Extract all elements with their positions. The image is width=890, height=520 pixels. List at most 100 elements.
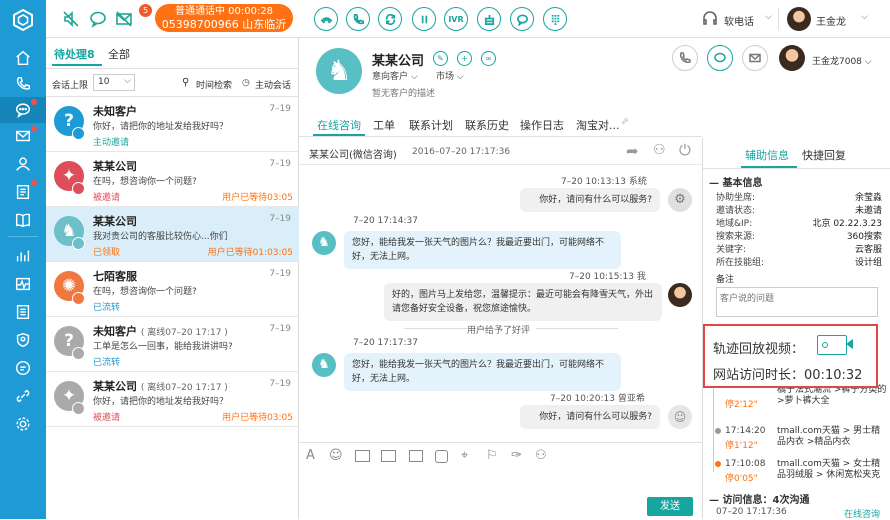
customer-avatar[interactable]: ♞ (316, 48, 362, 94)
hold-button[interactable] (346, 7, 370, 31)
mail-icon[interactable] (13, 126, 33, 146)
shield-icon[interactable] (13, 330, 33, 350)
tab-contact-history[interactable]: 联系历史 (465, 117, 509, 133)
call-status-box[interactable]: 普通通话中 00:00:28 05398700966 山东临沂 (155, 4, 293, 32)
active-consult-link[interactable]: 主动会话 (255, 78, 291, 91)
left-rail (0, 0, 46, 519)
avatar[interactable] (787, 7, 811, 31)
channel-icon (72, 292, 85, 305)
chevron-down-icon[interactable]: ⌵ (765, 12, 772, 22)
limit-select[interactable]: 10 ⌵ (93, 74, 135, 91)
duration-label: 网站访问时长：00:10:32 (713, 368, 863, 383)
image-icon[interactable] (355, 450, 370, 462)
book-icon[interactable] (13, 210, 33, 230)
customer-avatar-icon: ♞ (312, 353, 336, 377)
list-item-selected[interactable]: ♞ 某某公司 7–19 我对贵公司的客服比较伤心...你们 已领取 用户已等待0… (46, 207, 299, 262)
tab-contact-plan[interactable]: 联系计划 (409, 117, 453, 133)
link-icon[interactable]: ∞ (481, 51, 496, 66)
bar-chart-icon[interactable] (13, 246, 33, 266)
transfer-button[interactable] (378, 7, 402, 31)
divider (536, 328, 618, 329)
link-icon[interactable] (13, 386, 33, 406)
chat-button[interactable] (707, 45, 733, 71)
mail-off-icon[interactable] (112, 7, 136, 31)
edit-icon[interactable]: ✎ (433, 51, 448, 66)
headset-icon[interactable] (698, 7, 722, 31)
conversation-list-panel: 待处理8 全部 会话上限 10 ⌵ ⚲ 时间检索 ◷ 主动会话 ? 未知客户 7… (46, 38, 299, 519)
visit-status[interactable]: 在线咨询 (844, 507, 880, 520)
gear-icon[interactable] (13, 414, 33, 434)
report-icon[interactable] (13, 302, 33, 322)
list-item[interactable]: ? 未知客户 ( 离线07–20 17:17 ) 7–19 工单是怎么一回事，能… (46, 317, 299, 372)
track-replay-popup: 轨迹回放视频： 网站访问时长：00:10:32 (703, 324, 878, 388)
assigned-agent-avatar[interactable] (779, 45, 805, 71)
chat-bubble-icon[interactable] (86, 7, 110, 31)
transfer-user-icon[interactable]: ⚇ (535, 448, 547, 463)
tab-all[interactable]: 全部 (108, 46, 130, 62)
ticket-icon[interactable] (13, 182, 33, 202)
folder-icon[interactable] (409, 450, 423, 462)
tag-icon[interactable]: ✑ (511, 448, 522, 463)
location-icon[interactable]: ⌖ (461, 448, 468, 463)
clock-icon[interactable]: ◷ (242, 78, 250, 88)
conversation-header-name: 某某公司(微信咨询) (309, 150, 397, 161)
consult-button[interactable] (510, 7, 534, 31)
satisfaction-button[interactable] (477, 7, 501, 31)
hangup-button[interactable] (314, 7, 338, 31)
customer-dept[interactable]: 市场 ⌵ (436, 69, 464, 82)
tab-assist-info[interactable]: 辅助信息 (745, 147, 789, 163)
send-button[interactable]: 发送 (647, 497, 693, 516)
share-icon[interactable]: ➦ (626, 142, 639, 160)
tab-operation-log[interactable]: 操作日志 (520, 117, 564, 133)
file-icon[interactable] (435, 450, 448, 463)
pause-button[interactable] (412, 7, 436, 31)
contacts-icon[interactable] (13, 154, 33, 174)
call-button[interactable] (672, 45, 698, 71)
expand-icon[interactable]: ⬀ (621, 117, 629, 127)
item-name: 某某公司 (93, 215, 137, 228)
search-icon[interactable]: ⚲ (182, 77, 189, 88)
item-wait: 用户已等待03:05 (222, 193, 293, 203)
mute-icon[interactable] (59, 7, 83, 31)
track-text[interactable]: tmall.com天猫 > 女士精品羽绒服 > 休闲宽松夹克 (777, 459, 887, 481)
track-text[interactable]: tmall.com天猫 > 男士精品内衣 >精品内衣 (777, 426, 887, 448)
power-icon[interactable]: ⏻ (679, 141, 691, 159)
tab-quick-reply[interactable]: 快捷回复 (802, 147, 846, 163)
time-search-link[interactable]: 时间检索 (196, 78, 232, 91)
field-row: 搜索来源: 360搜索 (716, 232, 882, 242)
field-row: 关键字: 云客服 (716, 245, 882, 255)
track-text[interactable]: 橘子法式潮流 >裤子分类的>萝卜裤大全 (777, 385, 887, 407)
tab-online-consult[interactable]: 在线咨询 (317, 117, 361, 133)
customer-intent[interactable]: 意向客户 ⌵ (372, 69, 418, 82)
font-icon[interactable]: A (306, 448, 315, 463)
list-item[interactable]: ✦ 某某公司 ( 离线07–20 17:17 ) 7–19 你好，请把你的地址发… (46, 372, 299, 427)
tab-pending[interactable]: 待处理8 (54, 46, 95, 62)
emoji-icon[interactable]: ☺ (329, 448, 343, 463)
chat-icon[interactable] (13, 100, 33, 120)
ivr-button[interactable]: IVR (444, 7, 468, 31)
list-item[interactable]: ? 未知客户 7–19 你好，请把你的地址发给我好吗？ 主动邀请 (46, 97, 299, 152)
phone-mode-label[interactable]: 软电话 (724, 13, 754, 28)
evaluate-icon[interactable]: ⚐ (486, 448, 498, 463)
assigned-agent-name[interactable]: 王金龙7008 ⌵ (812, 54, 872, 67)
tab-ticket[interactable]: 工单 (373, 117, 395, 133)
note-input[interactable] (716, 287, 878, 317)
tab-taobao[interactable]: 淘宝对... (576, 117, 620, 133)
message-meta: 7–20 17:17:37 (353, 338, 418, 348)
list-item[interactable]: ✺ 七陌客服 7–19 在吗，想咨询你一个问题? 已流转 (46, 262, 299, 317)
item-message: 我对贵公司的客服比较伤心...你们 (93, 232, 228, 242)
item-name: 某某公司 ( 离线07–20 17:17 ) (93, 380, 228, 393)
list-item[interactable]: ✦ 某某公司 7–19 在吗，想咨询你一个问题? 被邀请 用户已等待03:05 (46, 152, 299, 207)
chevron-down-icon[interactable]: ⌵ (861, 12, 868, 22)
agent-name[interactable]: 王金龙 (816, 13, 846, 28)
add-user-icon[interactable]: + (457, 51, 472, 66)
monitor-icon[interactable] (13, 274, 33, 294)
home-icon[interactable] (13, 48, 33, 68)
message-icon[interactable] (13, 358, 33, 378)
video-icon[interactable] (381, 450, 396, 462)
keypad-button[interactable] (543, 7, 567, 31)
email-button[interactable] (742, 45, 768, 71)
video-replay-icon[interactable] (817, 335, 853, 355)
invite-user-icon[interactable]: ⚇ (653, 142, 666, 158)
phone-icon[interactable] (13, 74, 33, 94)
